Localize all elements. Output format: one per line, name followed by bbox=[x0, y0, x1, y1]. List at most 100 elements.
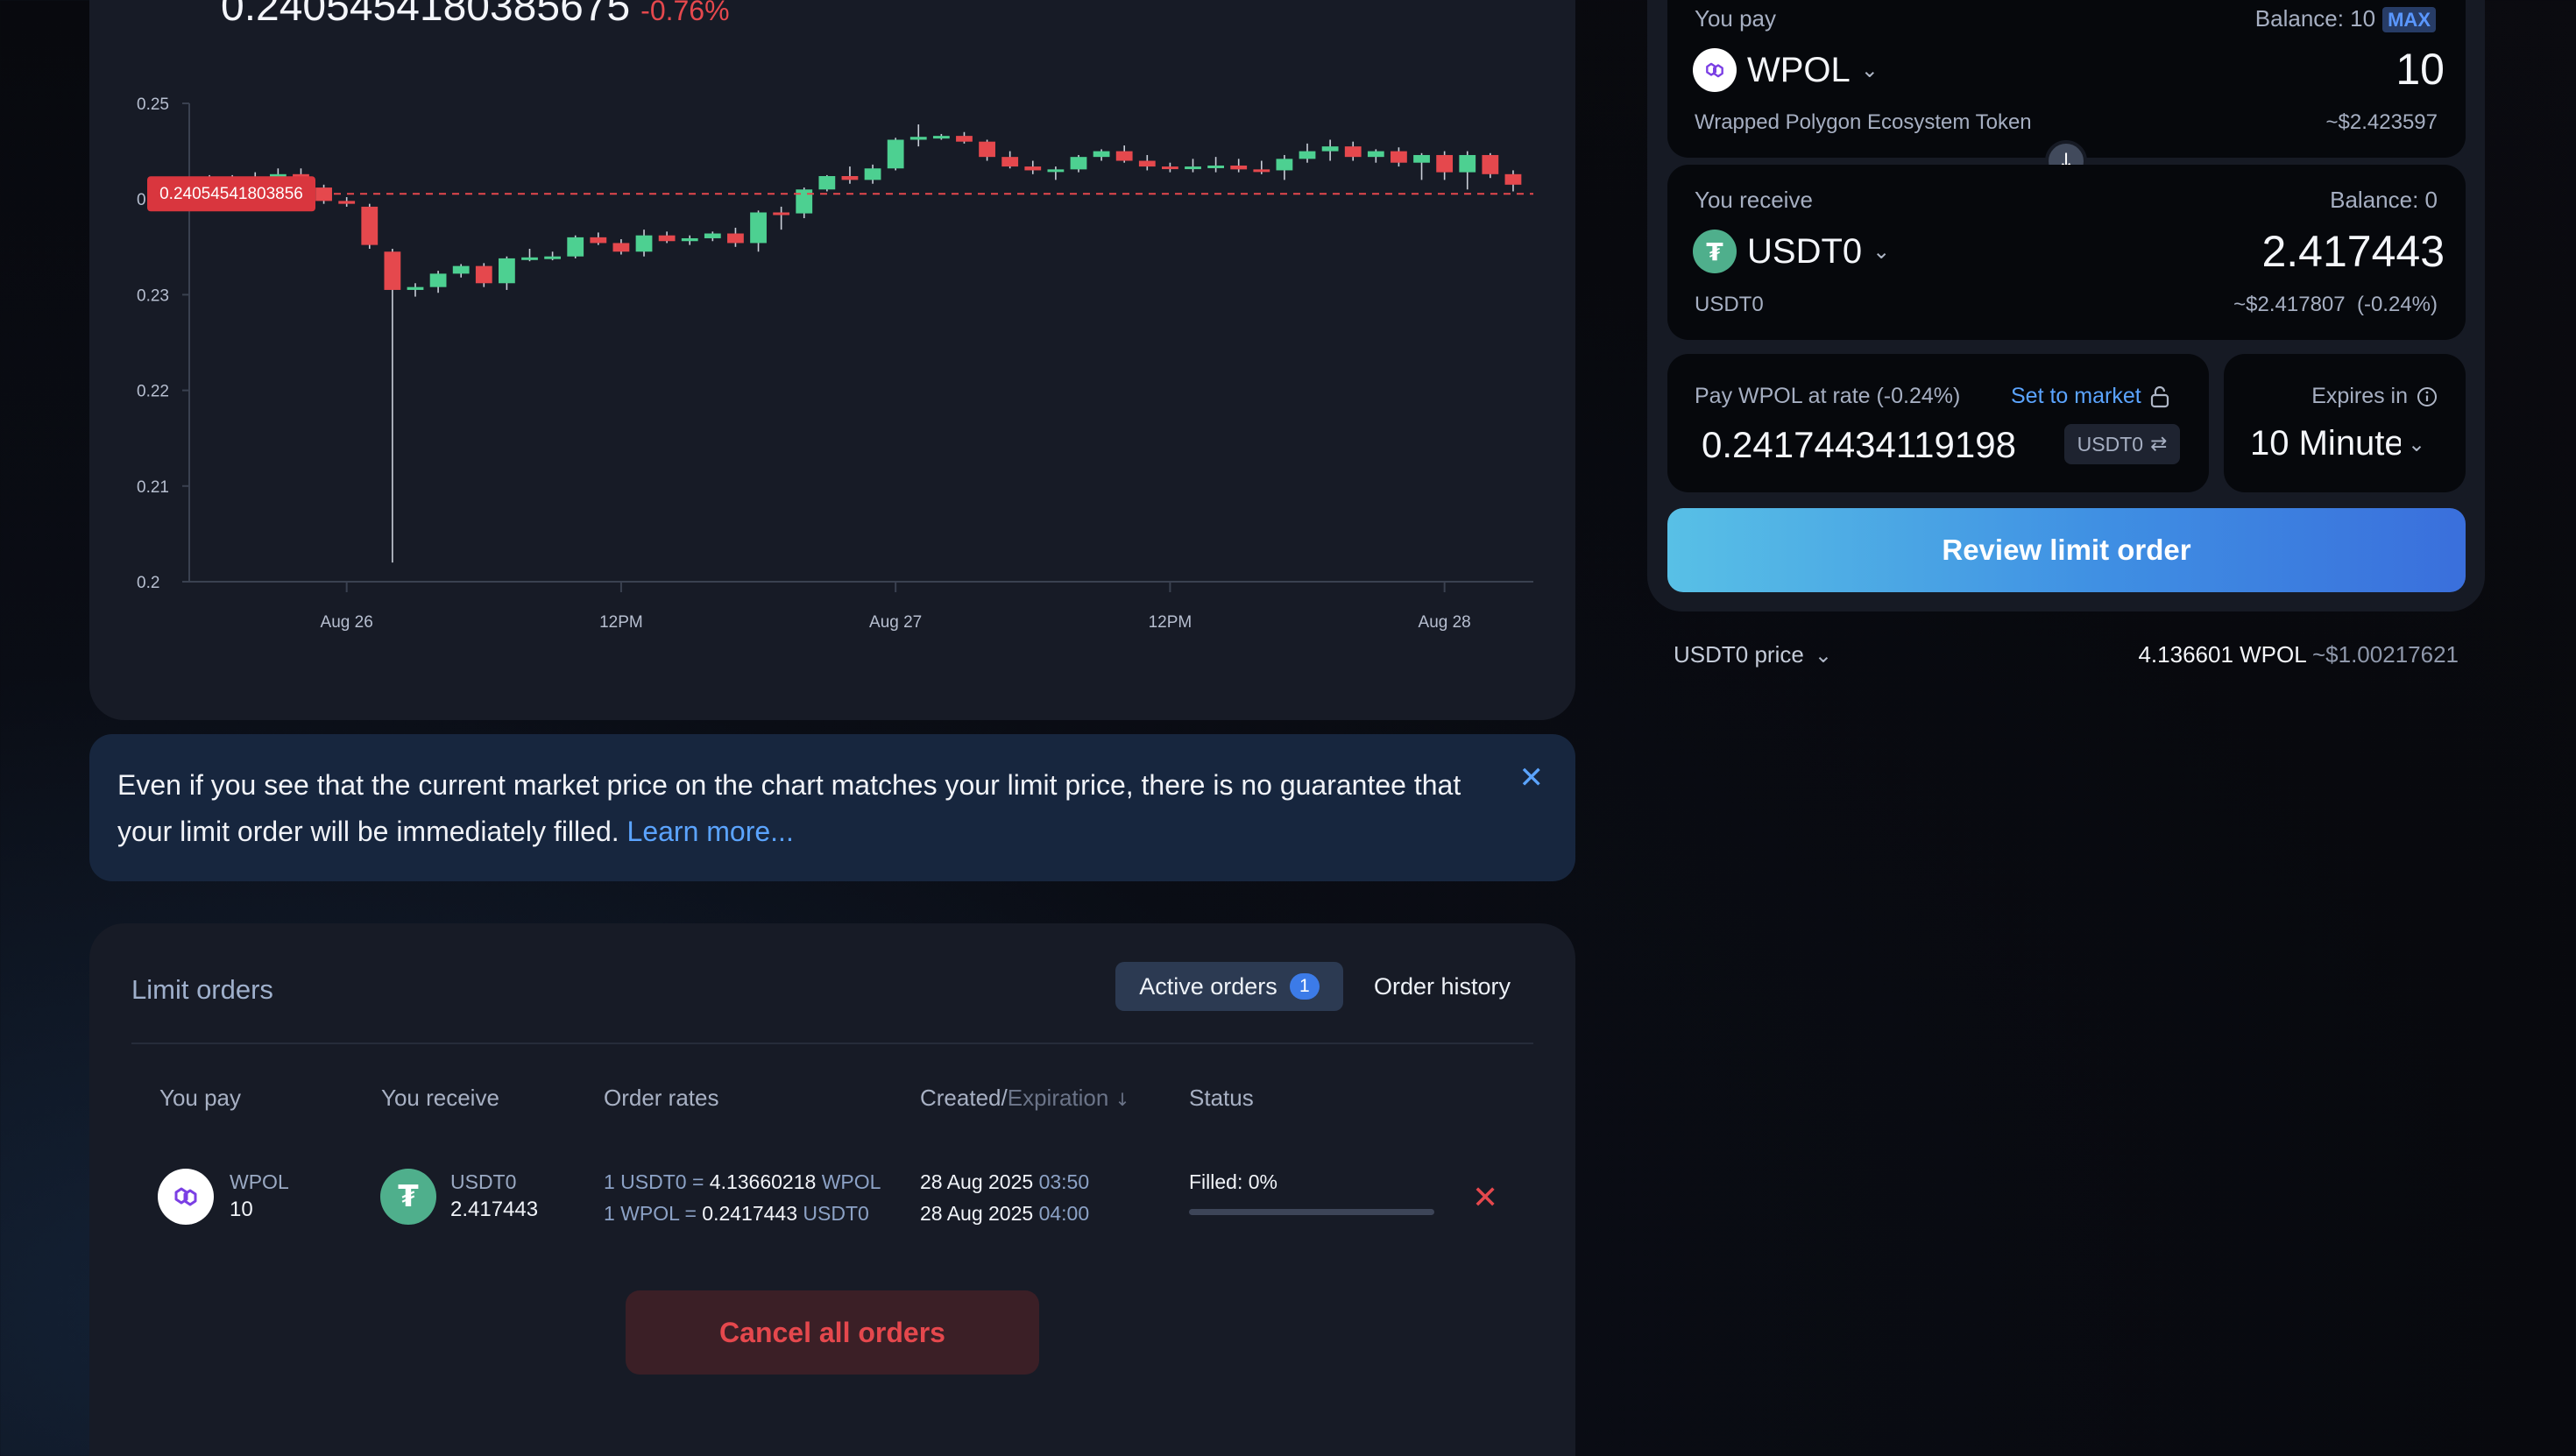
sort-down-icon: ↓ bbox=[1115, 1089, 1130, 1110]
pay-amount-input[interactable]: 10 bbox=[2396, 44, 2445, 95]
price-value: 0.2405454180385675 bbox=[221, 0, 631, 30]
lock-icon bbox=[2150, 385, 2169, 407]
review-limit-order-button[interactable]: Review limit order bbox=[1667, 508, 2466, 592]
receive-usd-value: ~$2.417807 bbox=[2233, 293, 2346, 316]
receive-label: You receive bbox=[1695, 187, 1813, 213]
rate-token-toggle[interactable]: USDT0 ⇄ bbox=[2064, 424, 2180, 464]
candle bbox=[1504, 170, 1522, 192]
candle bbox=[773, 206, 790, 230]
candle bbox=[1482, 152, 1499, 179]
rate-label: Pay WPOL at rate (-0.24%) bbox=[1695, 384, 1961, 408]
candle bbox=[1367, 149, 1384, 163]
candle bbox=[887, 138, 904, 171]
swap-direction-icon: ⇄ bbox=[2150, 433, 2168, 456]
rate2-prefix: 1 WPOL = bbox=[604, 1202, 697, 1225]
candle bbox=[1207, 157, 1225, 173]
candle bbox=[1276, 154, 1293, 180]
candle bbox=[956, 131, 973, 144]
created-date: 28 Aug 2025 03:50 bbox=[920, 1170, 1089, 1194]
receive-token-selector[interactable]: ₮ USDT0 ⌄ bbox=[1693, 230, 1890, 273]
candle bbox=[1344, 141, 1362, 161]
candle bbox=[750, 210, 767, 252]
candle-body bbox=[544, 256, 562, 259]
candle bbox=[544, 251, 562, 261]
created-date-value: 28 Aug 2025 bbox=[920, 1170, 1034, 1193]
candle-body bbox=[841, 175, 859, 180]
expires-value: 10 Minutes bbox=[2250, 424, 2401, 463]
pay-token-selector[interactable]: WPOL ⌄ bbox=[1693, 48, 1879, 92]
header-status: Status bbox=[1189, 1085, 1254, 1111]
candle-body bbox=[384, 251, 401, 290]
receive-balance: Balance: 0 bbox=[2330, 187, 2438, 213]
header-you-pay: You pay bbox=[159, 1085, 242, 1111]
candle-body bbox=[612, 243, 630, 252]
close-icon[interactable]: ✕ bbox=[1519, 760, 1545, 795]
max-button[interactable]: MAX bbox=[2382, 7, 2436, 32]
x-tick-label: Aug 28 bbox=[1419, 613, 1471, 632]
candle-body bbox=[1253, 169, 1270, 173]
receive-usd-change: (-0.24%) bbox=[2356, 293, 2438, 316]
candle-body bbox=[567, 237, 584, 257]
candle-body bbox=[407, 286, 424, 290]
candle bbox=[1047, 166, 1065, 180]
set-to-market-button[interactable]: Set to market bbox=[2011, 384, 2169, 409]
x-tick-label: Aug 26 bbox=[321, 613, 373, 632]
header-created-expiration[interactable]: Created/Expiration ↓ bbox=[920, 1085, 1129, 1112]
receive-amount: 2.417443 bbox=[2261, 227, 2445, 276]
candle-body bbox=[1024, 166, 1042, 171]
candle-body bbox=[1161, 166, 1178, 170]
candle-body bbox=[909, 137, 927, 140]
expires-label-text: Expires in bbox=[2311, 384, 2408, 408]
current-price: 0.2405454180385675 -0.76% bbox=[221, 0, 730, 31]
candle-body bbox=[681, 237, 698, 242]
usdt-token-icon: ₮ bbox=[380, 1169, 436, 1225]
tab-order-history[interactable]: Order history bbox=[1360, 962, 1525, 1011]
y-tick-label: 0.22 bbox=[137, 383, 169, 401]
candle bbox=[727, 227, 744, 247]
rate-input[interactable]: 0.24174434119198 bbox=[1702, 424, 2016, 466]
receive-usd: ~$2.417807 (-0.24%) bbox=[2233, 293, 2438, 317]
x-tick-label: 12PM bbox=[1149, 613, 1192, 632]
candlestick-chart[interactable]: 0.250.240.230.220.210.2Aug 2612PMAug 271… bbox=[123, 88, 1560, 640]
candle-body bbox=[887, 139, 904, 169]
chevron-down-icon: ⌄ bbox=[1860, 58, 1879, 82]
candle bbox=[612, 239, 630, 255]
candle bbox=[818, 174, 836, 192]
expires-label: Expires in bbox=[2311, 384, 2438, 409]
x-tick-label: 12PM bbox=[599, 613, 643, 632]
candle-body bbox=[1207, 165, 1225, 168]
candle-body bbox=[338, 201, 356, 204]
header-expiration: Expiration bbox=[1007, 1085, 1109, 1111]
candle-body bbox=[1367, 151, 1384, 158]
expires-selector[interactable]: 10 Minutes ⌄ bbox=[2250, 424, 2425, 463]
learn-more-link[interactable]: Learn more... bbox=[627, 816, 794, 847]
cancel-order-icon[interactable]: ✕ bbox=[1472, 1179, 1498, 1216]
candle-body bbox=[773, 212, 790, 216]
created-time: 03:50 bbox=[1038, 1170, 1090, 1193]
receive-symbol: USDT0 bbox=[450, 1170, 517, 1193]
candle bbox=[1001, 151, 1019, 169]
rate1-unit: WPOL bbox=[821, 1170, 881, 1193]
candle-body bbox=[818, 175, 836, 190]
candle bbox=[429, 271, 447, 293]
candle-body bbox=[590, 237, 607, 244]
set-to-market-label: Set to market bbox=[2011, 384, 2141, 408]
rate1-prefix: 1 USDT0 = bbox=[604, 1170, 704, 1193]
candle bbox=[1024, 160, 1042, 174]
usdt0-price-toggle[interactable]: USDT0 price ⌄ bbox=[1674, 641, 1832, 668]
receive-amount: 2.417443 bbox=[450, 1198, 539, 1221]
tab-active-orders[interactable]: Active orders 1 bbox=[1115, 962, 1343, 1011]
candle-body bbox=[1185, 166, 1201, 170]
candle-body bbox=[1299, 151, 1316, 159]
pay-usd-value: ~$2.423597 bbox=[2325, 110, 2438, 134]
candle bbox=[475, 263, 492, 287]
cancel-all-orders-button[interactable]: Cancel all orders bbox=[626, 1290, 1039, 1375]
pay-amount: 10 bbox=[230, 1198, 253, 1221]
info-icon[interactable] bbox=[2417, 386, 2438, 407]
candle bbox=[407, 283, 424, 297]
rate2-unit: USDT0 bbox=[803, 1202, 869, 1225]
limit-price-notice: Even if you see that the current market … bbox=[89, 734, 1575, 881]
candle bbox=[361, 203, 379, 249]
active-orders-count-badge: 1 bbox=[1289, 973, 1320, 1000]
notice-text: Even if you see that the current market … bbox=[117, 762, 1519, 855]
